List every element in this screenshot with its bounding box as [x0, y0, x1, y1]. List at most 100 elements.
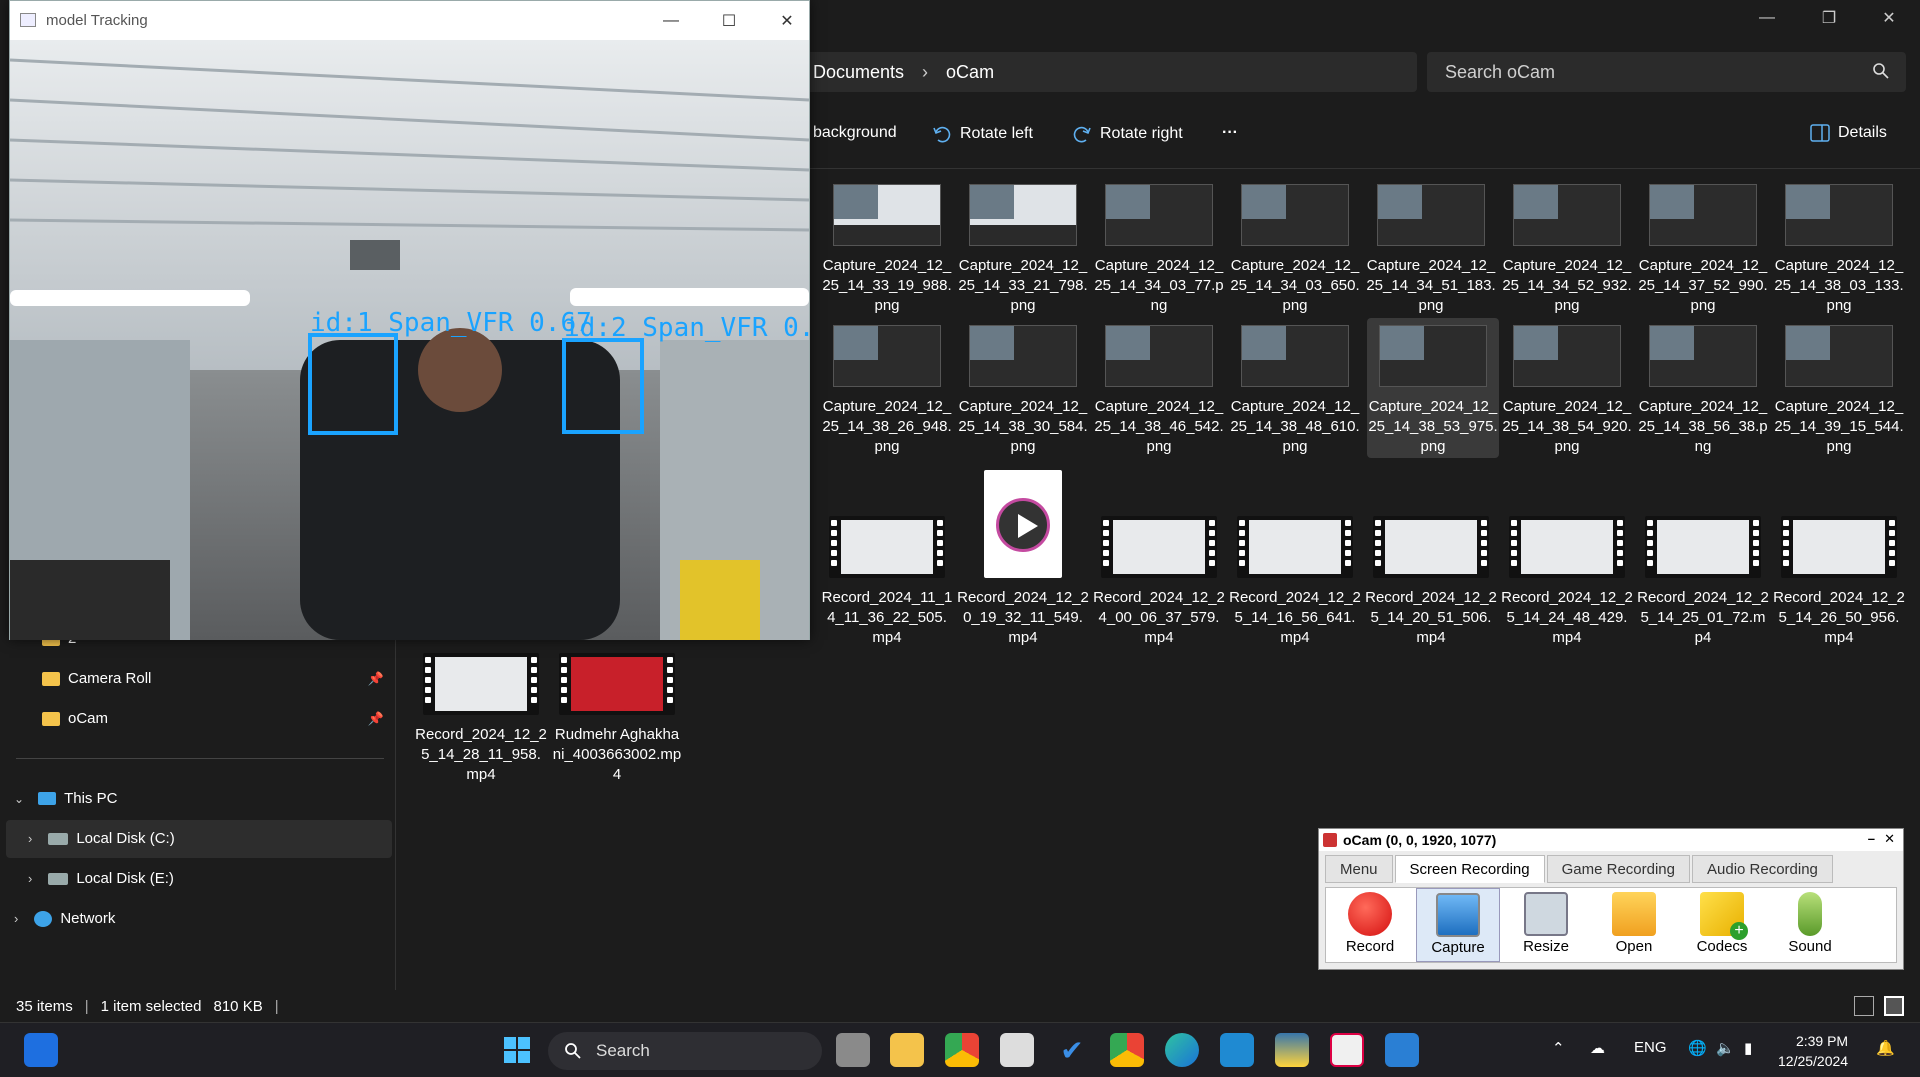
video-thumbnail — [1101, 516, 1217, 578]
file-name: Record_2024_12_20_19_32_11_549.mp4 — [957, 589, 1089, 646]
close-button[interactable]: ✕ — [1884, 831, 1895, 847]
details-view-icon[interactable] — [1854, 996, 1874, 1016]
file-name: Record_2024_12_25_14_28_11_958.mp4 — [415, 726, 547, 783]
battery-icon[interactable]: ▮ — [1744, 1039, 1752, 1057]
search-input[interactable]: Search oCam — [1427, 52, 1906, 92]
file-name: Record_2024_12_25_14_16_56_641.mp4 — [1229, 589, 1361, 646]
close-button[interactable]: ✕ — [758, 1, 816, 40]
sidebar-item-local-disk-e[interactable]: › Local Disk (E:) — [28, 870, 174, 887]
file-item[interactable]: Capture_2024_12_25_14_39_15_544.png — [1773, 325, 1905, 457]
breadcrumb-documents[interactable]: Documents — [813, 62, 904, 83]
sidebar-label: Local Disk (E:) — [76, 870, 174, 887]
rotate-right-button[interactable]: Rotate right — [1072, 124, 1183, 144]
close-button[interactable]: ✕ — [1860, 0, 1918, 36]
ocam-title-bar[interactable]: oCam (0, 0, 1920, 1077) – ✕ — [1319, 829, 1903, 851]
rotate-left-button[interactable]: Rotate left — [932, 124, 1033, 144]
tab-screen-recording[interactable]: Screen Recording — [1394, 855, 1545, 883]
sidebar-item-ocam[interactable]: oCam 📌 — [42, 710, 390, 727]
file-item[interactable]: Record_2024_12_25_14_20_51_506.mp4 — [1365, 516, 1497, 648]
chrome-icon[interactable] — [945, 1033, 979, 1067]
chevron-up-icon[interactable]: ⌃ — [1552, 1039, 1565, 1057]
taskbar-search[interactable]: Search — [548, 1032, 822, 1070]
file-item[interactable]: Capture_2024_12_25_14_38_30_584.png — [957, 325, 1089, 457]
file-item[interactable]: Record_2024_12_20_19_32_11_549.mp4 — [957, 470, 1089, 648]
codecs-button[interactable]: + Codecs — [1680, 888, 1764, 962]
sidebar-item-camera-roll[interactable]: Camera Roll 📌 — [42, 670, 390, 687]
tracking-window[interactable]: model Tracking — ☐ ✕ id:1 Span_VFR 0.67 … — [9, 0, 810, 640]
ocam-window[interactable]: oCam (0, 0, 1920, 1077) – ✕ Menu Screen … — [1318, 828, 1904, 970]
task-view-icon[interactable] — [836, 1033, 870, 1067]
sidebar-item-local-disk-c[interactable]: › Local Disk (C:) — [28, 830, 175, 847]
file-item[interactable]: Capture_2024_12_25_14_38_48_610.png — [1229, 325, 1361, 457]
file-item[interactable]: Capture_2024_12_25_14_34_52_932.png — [1501, 184, 1633, 316]
edge-icon[interactable] — [1165, 1033, 1199, 1067]
file-item[interactable]: Record_2024_11_14_11_36_22_505.mp4 — [821, 516, 953, 648]
file-item[interactable]: Capture_2024_12_25_14_33_21_798.png — [957, 184, 1089, 316]
camera-frame-image: id:1 Span_VFR 0.67 id:2 Span_VFR 0.46 — [10, 40, 809, 640]
set-background-button[interactable]: background — [813, 124, 897, 142]
sidebar-item-network[interactable]: › Network — [14, 910, 115, 927]
file-item[interactable]: Capture_2024_12_25_14_33_19_988.png — [821, 184, 953, 316]
snipping-tool-icon[interactable] — [1000, 1033, 1034, 1067]
restore-button[interactable]: ❐ — [1800, 0, 1858, 36]
onedrive-icon[interactable]: ☁ — [1590, 1039, 1605, 1057]
file-explorer-icon[interactable] — [890, 1033, 924, 1067]
file-name: Capture_2024_12_25_14_37_52_990.png — [1638, 257, 1768, 314]
selection-size: 810 KB — [213, 997, 263, 1015]
record-button[interactable]: Record — [1328, 888, 1412, 962]
file-item[interactable]: Capture_2024_12_25_14_34_51_183.png — [1365, 184, 1497, 316]
file-item[interactable]: Capture_2024_12_25_14_38_54_920.png — [1501, 325, 1633, 457]
file-item[interactable]: Record_2024_12_25_14_25_01_72.mp4 — [1637, 516, 1769, 648]
tracking-title-bar[interactable]: model Tracking — ☐ ✕ — [10, 1, 809, 40]
more-options-button[interactable]: ··· — [1222, 124, 1238, 142]
file-item[interactable]: Record_2024_12_24_00_06_37_579.mp4 — [1093, 516, 1225, 648]
breadcrumb-ocam[interactable]: oCam — [946, 62, 994, 83]
photos-icon[interactable] — [1385, 1033, 1419, 1067]
tab-menu[interactable]: Menu — [1325, 855, 1393, 883]
minimize-button[interactable]: – — [1868, 831, 1875, 846]
file-item[interactable]: Capture_2024_12_25_14_38_03_133.png — [1773, 184, 1905, 316]
resize-button[interactable]: Resize — [1504, 888, 1588, 962]
address-bar[interactable]: Documents › oCam — [800, 52, 1417, 92]
file-item[interactable]: Record_2024_12_25_14_16_56_641.mp4 — [1229, 516, 1361, 648]
start-button[interactable] — [500, 1033, 534, 1067]
details-label: Details — [1838, 124, 1887, 141]
python-icon[interactable] — [1275, 1033, 1309, 1067]
tab-audio-recording[interactable]: Audio Recording — [1692, 855, 1833, 883]
volume-icon[interactable]: 🔈 — [1716, 1039, 1735, 1057]
file-item[interactable]: Capture_2024_12_25_14_34_03_77.png — [1093, 184, 1225, 316]
sidebar-item-this-pc[interactable]: ⌄ This PC — [14, 790, 117, 807]
maximize-button[interactable]: ☐ — [700, 1, 758, 40]
image-thumbnail — [1379, 325, 1487, 387]
file-item-selected[interactable]: Capture_2024_12_25_14_38_53_975.png — [1367, 318, 1499, 458]
sound-button[interactable]: Sound — [1768, 888, 1852, 962]
resize-icon — [1524, 892, 1568, 936]
ocam-icon[interactable] — [1330, 1033, 1364, 1067]
network-icon[interactable]: 🌐 — [1688, 1039, 1707, 1057]
codecs-icon: + — [1700, 892, 1748, 940]
tab-game-recording[interactable]: Game Recording — [1546, 855, 1690, 883]
file-item[interactable]: Record_2024_12_25_14_26_50_956.mp4 — [1773, 516, 1905, 648]
language-indicator[interactable]: ENG — [1634, 1039, 1667, 1056]
sound-label: Sound — [1788, 938, 1832, 955]
widgets-icon[interactable] — [24, 1033, 58, 1067]
file-item[interactable]: Record_2024_12_25_14_24_48_429.mp4 — [1501, 516, 1633, 648]
file-item[interactable]: Capture_2024_12_25_14_38_56_38.png — [1637, 325, 1769, 457]
clock[interactable]: 2:39 PM 12/25/2024 — [1778, 1031, 1848, 1071]
file-item[interactable]: Capture_2024_12_25_14_34_03_650.png — [1229, 184, 1361, 316]
file-item[interactable]: Rudmehr Aghakhani_4003663002.mp4 — [551, 653, 683, 785]
large-icons-view-icon[interactable] — [1884, 996, 1904, 1016]
notification-icon[interactable]: 🔔 — [1876, 1039, 1895, 1057]
capture-button[interactable]: Capture — [1416, 888, 1500, 962]
minimize-button[interactable]: — — [642, 1, 700, 40]
todo-icon[interactable]: ✔ — [1055, 1033, 1089, 1067]
chrome-icon[interactable] — [1110, 1033, 1144, 1067]
file-item[interactable]: Record_2024_12_25_14_28_11_958.mp4 — [415, 653, 547, 785]
vscode-icon[interactable] — [1220, 1033, 1254, 1067]
file-item[interactable]: Capture_2024_12_25_14_37_52_990.png — [1637, 184, 1769, 316]
file-item[interactable]: Capture_2024_12_25_14_38_26_948.png — [821, 325, 953, 457]
details-button[interactable]: Details — [1810, 124, 1887, 142]
minimize-button[interactable]: — — [1738, 0, 1796, 36]
file-item[interactable]: Capture_2024_12_25_14_38_46_542.png — [1093, 325, 1225, 457]
open-button[interactable]: Open — [1592, 888, 1676, 962]
